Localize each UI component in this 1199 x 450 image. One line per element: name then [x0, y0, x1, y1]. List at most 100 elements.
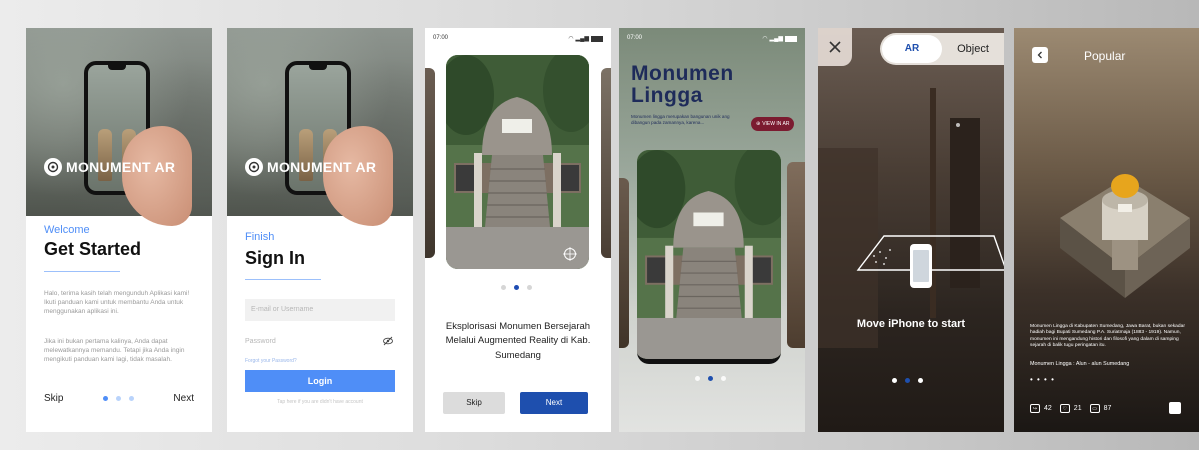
page-indicator: [501, 285, 532, 290]
forgot-password-link[interactable]: Forgot your Password?: [245, 358, 395, 364]
signup-link[interactable]: Tap here if you are didn't have account: [245, 399, 395, 405]
heart-icon: ♡: [1059, 404, 1070, 413]
monument-logo-icon: [245, 158, 263, 176]
engagement-stats: ↪ 42 ♡ 21 ▭ 87: [1030, 404, 1111, 413]
more-indicator: • • • •: [1030, 375, 1055, 384]
title-underline: [245, 279, 321, 280]
comments-stat[interactable]: ▭ 87: [1089, 404, 1111, 413]
skip-button[interactable]: Skip: [44, 393, 63, 404]
ar-target-icon: ⊕: [756, 121, 761, 127]
views-stat[interactable]: ↪ 42: [1030, 404, 1052, 413]
popular-screen: Popular Monumen Lingga di Kabupaten Sume…: [1014, 28, 1199, 432]
back-button[interactable]: [1032, 47, 1048, 63]
monument-title: Monumen Lingga: [631, 62, 734, 108]
next-card-peek[interactable]: [601, 68, 611, 258]
page-indicator: [102, 396, 134, 401]
signal-icon: ▂▄▆: [769, 36, 783, 42]
location-line: Monumen Lingga : Alun - alun Sumedang: [1030, 361, 1129, 367]
comment-icon: ▭: [1089, 404, 1100, 413]
page-dot: [892, 378, 897, 383]
location-area: Alun - alun Sumedang: [1075, 361, 1130, 367]
likes-count: 21: [1073, 405, 1082, 412]
monument-photo: [446, 55, 589, 269]
battery-icon: [591, 35, 603, 42]
returning-paragraph: Jika ini bukan pertama kalinya, Anda dap…: [44, 338, 185, 363]
brand-name: MONUMENT AR: [66, 159, 176, 175]
hand-illustration: [323, 126, 393, 226]
page-title: Popular: [1084, 49, 1126, 63]
status-bar: 07:00 ◠ ▂▄▆: [433, 35, 603, 42]
page-dot: [918, 378, 923, 383]
monument-detail-screen: 07:00 ◠ ▂▄▆ Monumen Lingga Monumen lingg…: [619, 28, 805, 432]
status-bar: 07:00 ◠ ▂▄▆: [627, 35, 797, 42]
intro-paragraph: Halo, terima kasih telah mengunduh Aplik…: [44, 290, 190, 315]
signal-icon: ▂▄▆: [575, 36, 589, 42]
next-button[interactable]: Next: [173, 393, 194, 404]
close-icon: [829, 41, 841, 53]
password-field[interactable]: Password: [245, 338, 395, 345]
intro-screen: 07:00 ◠ ▂▄▆ Eksplorisasi Monumen Berseja…: [425, 28, 611, 432]
page-dot: [115, 396, 121, 401]
ar-instruction: Move iPhone to start: [856, 318, 966, 330]
onboarding-screen: MONUMENT AR Welcome Get Started Halo, te…: [26, 28, 212, 432]
login-button[interactable]: Login: [245, 370, 395, 392]
monument-description: Monumen lingga merupakan bangunan unik a…: [631, 114, 730, 126]
page-title: Sign In: [245, 248, 305, 268]
intro-caption: Eksplorisasi Monumen Bersejarah Melalui …: [445, 321, 591, 361]
page-dot: [905, 378, 910, 383]
ar-target-icon[interactable]: [563, 247, 577, 261]
prev-card-peek[interactable]: [619, 178, 629, 348]
ar-camera-screen: AR Object Move iPhone to start: [818, 28, 1004, 432]
hand-illustration: [122, 126, 192, 226]
prev-card-peek[interactable]: [425, 68, 435, 258]
signin-screen: MONUMENT AR Finish Sign In E-mail or Use…: [227, 28, 413, 432]
page-dot: [102, 396, 108, 401]
email-field[interactable]: E-mail or Username: [245, 299, 395, 321]
monument-card[interactable]: [446, 55, 589, 269]
title-line: Lingga: [631, 84, 703, 108]
hero-photo: MONUMENT AR: [26, 28, 212, 226]
status-time: 07:00: [433, 35, 449, 41]
next-card-peek[interactable]: [787, 162, 805, 348]
finish-eyebrow: Finish: [245, 231, 275, 243]
monument-card[interactable]: [637, 150, 781, 364]
monument-photo: [637, 150, 781, 359]
title-underline: [44, 271, 120, 272]
view-in-ar-button[interactable]: ⊕ VIEW IN AR: [751, 117, 795, 131]
views-count: 42: [1044, 405, 1052, 412]
page-dot: [708, 376, 713, 381]
view-in-ar-label: VIEW IN AR: [762, 121, 790, 127]
hero-photo: MONUMENT AR: [227, 28, 413, 226]
wifi-icon: ◠: [762, 36, 768, 42]
chevron-left-icon: [1037, 51, 1042, 59]
monument-3d-model[interactable]: [1050, 138, 1199, 308]
brand-name: MONUMENT AR: [267, 159, 377, 175]
wifi-icon: ◠: [568, 36, 574, 42]
location-name: Monumen Lingga: [1030, 361, 1072, 367]
page-dot: [501, 285, 506, 290]
skip-button[interactable]: Skip: [443, 392, 505, 414]
likes-stat[interactable]: ♡ 21: [1059, 404, 1082, 413]
title-line: Monumen: [631, 62, 734, 85]
page-title: Get Started: [44, 239, 142, 259]
page-dot: [695, 376, 700, 381]
brand-logo: MONUMENT AR: [44, 158, 175, 176]
tab-ar[interactable]: AR: [882, 35, 942, 63]
monument-description: Monumen Lingga di Kabupaten Sumedang, Ja…: [1030, 324, 1185, 349]
close-button[interactable]: [818, 28, 852, 66]
page-indicator: [892, 378, 923, 383]
next-button[interactable]: Next: [520, 392, 588, 414]
share-icon: ↪: [1030, 404, 1040, 413]
status-time: 07:00: [627, 35, 643, 41]
page-dot: [514, 285, 519, 290]
welcome-eyebrow: Welcome: [44, 224, 90, 236]
location-separator: :: [1073, 361, 1075, 367]
eye-slash-icon[interactable]: [383, 336, 393, 346]
mode-switcher: AR Object: [880, 33, 1004, 65]
ar-toggle-icon[interactable]: [1169, 402, 1181, 414]
page-indicator: [695, 376, 726, 381]
page-dot: [128, 396, 134, 401]
battery-icon: [785, 35, 797, 42]
tab-object[interactable]: Object: [942, 43, 1004, 55]
monument-logo-icon: [44, 158, 62, 176]
